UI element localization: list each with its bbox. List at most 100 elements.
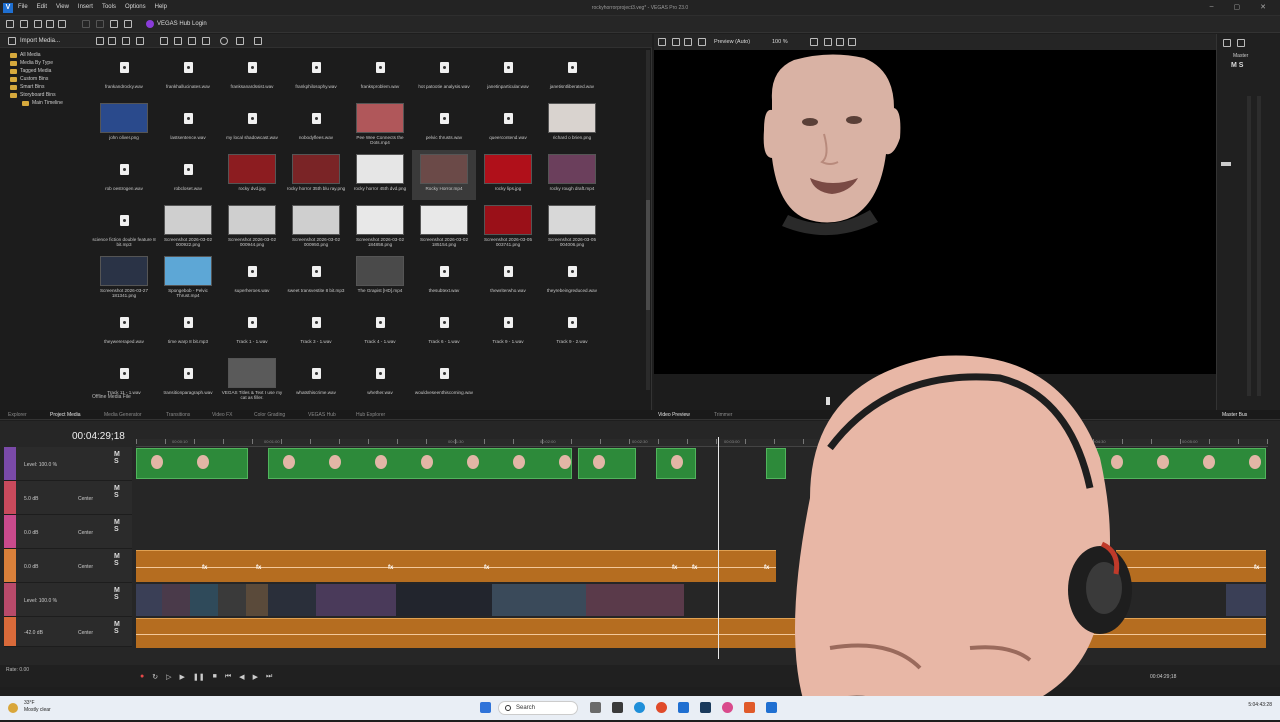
weather-icon[interactable] xyxy=(8,703,18,713)
track-header[interactable]: M S -42.0 dB Center xyxy=(4,617,132,647)
track-header[interactable]: M S 0.0 dB Center xyxy=(4,549,132,583)
preview-filter-icon[interactable] xyxy=(698,38,706,46)
tab-explorer[interactable]: Explorer xyxy=(8,412,27,418)
audio-clip[interactable]: fx xyxy=(684,550,704,582)
save-snapshot-icon[interactable] xyxy=(836,38,844,46)
hub-login[interactable]: VEGAS Hub Login xyxy=(146,20,207,28)
go-to-start-button[interactable]: ⏮ xyxy=(225,673,231,681)
app-icon[interactable] xyxy=(722,702,733,713)
media-item[interactable]: franksproblem.wav xyxy=(348,48,412,98)
video-clip[interactable] xyxy=(268,584,316,616)
view-options-icon[interactable] xyxy=(202,37,210,45)
media-item[interactable]: whatsthiscrime.wav xyxy=(284,354,348,404)
fx-icon[interactable]: fx xyxy=(388,565,393,571)
edge-icon[interactable] xyxy=(634,702,645,713)
media-item[interactable]: time warp 8 bit.mp3 xyxy=(156,303,220,353)
media-item[interactable]: science fiction double feature 8 bit.mp3 xyxy=(92,201,156,251)
loop-button[interactable]: ↻ xyxy=(152,673,158,681)
fx-icon[interactable]: fx xyxy=(764,565,769,571)
sort-icon[interactable] xyxy=(236,37,244,45)
close-button[interactable]: ✕ xyxy=(1260,3,1266,11)
media-item[interactable]: rocky lips.jpg xyxy=(476,150,540,200)
media-properties-icon[interactable] xyxy=(136,37,144,45)
mute-solo-buttons[interactable]: M S xyxy=(114,519,132,533)
fx-icon[interactable]: fx xyxy=(202,565,207,571)
media-item[interactable]: Pee Wee Connects the Dots.mp4 xyxy=(348,99,412,149)
bin-tree-item[interactable]: Tagged Media xyxy=(4,67,90,75)
media-item[interactable]: janetisntliberated.wav xyxy=(540,48,604,98)
steam-icon[interactable] xyxy=(700,702,711,713)
media-item[interactable]: Screenshot 2026-03-02 184858.png xyxy=(348,201,412,251)
media-scrollbar[interactable] xyxy=(646,50,650,390)
mute-solo-buttons[interactable]: M S xyxy=(114,587,132,601)
play-button[interactable]: ▶ xyxy=(180,673,185,681)
task-view-icon[interactable] xyxy=(590,702,601,713)
bin-tree-item[interactable]: Storyboard Bins xyxy=(4,91,90,99)
video-fx-icon[interactable] xyxy=(672,38,680,46)
playhead-cursor[interactable] xyxy=(718,437,719,659)
video-clip[interactable] xyxy=(578,448,636,479)
copy-snapshot-icon[interactable] xyxy=(824,38,832,46)
properties-icon[interactable] xyxy=(58,20,66,28)
bin-tree-item[interactable]: Media By Type xyxy=(4,59,90,67)
preview-settings-icon[interactable] xyxy=(658,38,666,46)
mute-solo-buttons[interactable]: M S xyxy=(114,451,132,465)
video-preview-screen[interactable] xyxy=(654,50,1216,374)
media-item[interactable]: Track 9 - 2.wav xyxy=(540,303,604,353)
video-clip[interactable] xyxy=(586,584,684,616)
vegas-taskbar-icon[interactable] xyxy=(766,702,777,713)
start-button-icon[interactable] xyxy=(480,702,491,713)
video-clip[interactable] xyxy=(396,584,492,616)
media-scrollbar-thumb[interactable] xyxy=(646,200,650,310)
media-item[interactable]: Spongebob - Pelvic Thrust.mp4 xyxy=(156,252,220,302)
tab-color-grading[interactable]: Color Grading xyxy=(254,412,285,418)
previous-frame-button[interactable]: ◀ xyxy=(239,673,244,681)
import-media-icon[interactable] xyxy=(8,37,16,45)
chrome-icon[interactable] xyxy=(656,702,667,713)
video-clip[interactable] xyxy=(218,584,246,616)
preview-zoom-select[interactable]: 100 % xyxy=(772,39,788,45)
open-project-icon[interactable] xyxy=(20,20,28,28)
media-item[interactable]: frankandrocky.wav xyxy=(92,48,156,98)
media-item[interactable]: Screenshot 2026-03-05 003741.png xyxy=(476,201,540,251)
media-item[interactable]: franksanardssist.wav xyxy=(220,48,284,98)
track-header[interactable]: M S 0.0 dB Center xyxy=(4,515,132,549)
fx-icon[interactable]: fx xyxy=(692,565,697,571)
bin-tree-item[interactable]: Custom Bins xyxy=(4,75,90,83)
play-media-icon[interactable] xyxy=(160,37,168,45)
audio-clip[interactable]: fx xyxy=(268,550,400,582)
record-button[interactable]: ● xyxy=(140,673,144,681)
media-item[interactable]: Track 9 - 1.wav xyxy=(476,303,540,353)
media-item[interactable]: hot patootie analysis.wav xyxy=(412,48,476,98)
tab-vegas-hub[interactable]: VEGAS Hub xyxy=(308,412,336,418)
mute-solo-buttons[interactable]: M S xyxy=(114,485,132,499)
redo-icon[interactable] xyxy=(124,20,132,28)
track-header[interactable]: M S Level: 100.0 % xyxy=(4,447,132,481)
new-project-icon[interactable] xyxy=(6,20,14,28)
import-media-button[interactable]: Import Media... xyxy=(20,38,60,44)
media-item[interactable]: pelvic thrusts.wav xyxy=(412,99,476,149)
media-item[interactable]: Rocky Horror.mp4 xyxy=(412,150,476,200)
master-menu-icon[interactable] xyxy=(1237,39,1245,47)
tab-video-fx[interactable]: Video FX xyxy=(212,412,232,418)
tab-transitions[interactable]: Transitions xyxy=(166,412,190,418)
tab-media-generator[interactable]: Media Generator xyxy=(104,412,142,418)
media-item[interactable]: sweet transvestite 8 bit.mp3 xyxy=(284,252,348,302)
media-item[interactable]: Screenshot 2026-03-02 185154.png xyxy=(412,201,476,251)
media-item[interactable]: janetinparticular.wav xyxy=(476,48,540,98)
fx-icon[interactable]: fx xyxy=(256,565,261,571)
undo-icon[interactable] xyxy=(110,20,118,28)
video-clip[interactable] xyxy=(316,584,396,616)
media-item[interactable]: Track 3 - 1.wav xyxy=(284,303,348,353)
video-clip[interactable] xyxy=(268,448,572,479)
cut-icon[interactable] xyxy=(82,20,90,28)
video-clip[interactable] xyxy=(136,584,162,616)
audio-clip[interactable]: fx xyxy=(136,550,214,582)
media-item[interactable]: Screenshot 2026-03-27 181341.png xyxy=(92,252,156,302)
video-clip[interactable] xyxy=(190,584,218,616)
search-icon[interactable] xyxy=(220,37,228,45)
file-explorer-icon[interactable] xyxy=(612,702,623,713)
media-item[interactable]: john oliver.png xyxy=(92,99,156,149)
video-clip[interactable] xyxy=(162,584,190,616)
audio-clip[interactable]: fx xyxy=(704,550,776,582)
